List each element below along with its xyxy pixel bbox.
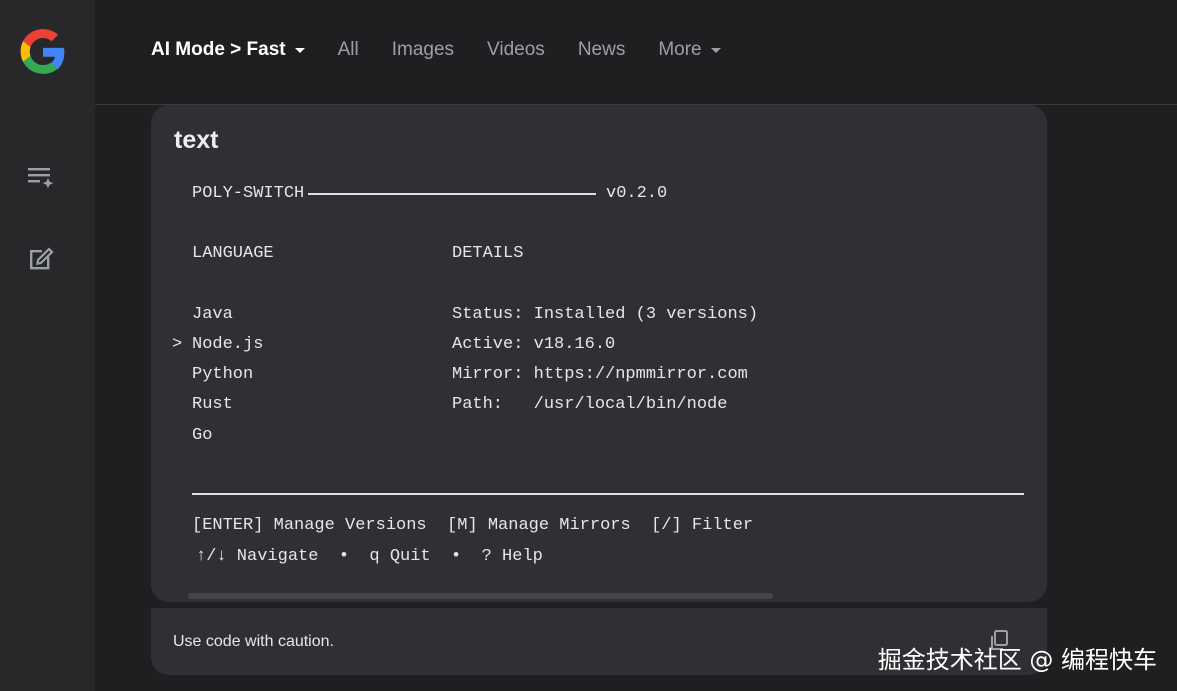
chevron-down-icon — [294, 47, 305, 53]
tab-all[interactable]: All — [338, 39, 359, 61]
column-header-language: LANGUAGE — [192, 244, 274, 263]
detail-path: Path: /usr/local/bin/node — [452, 395, 728, 414]
code-block: text POLY-SWITCH v0.2.0 LANGUAGE DETAILS… — [151, 105, 1047, 602]
new-chat-icon[interactable] — [26, 243, 56, 273]
watermark: 掘金技术社区 @ 编程快车 — [877, 646, 1157, 674]
code-language-label: text — [174, 126, 219, 154]
app-version: v0.2.0 — [606, 184, 668, 203]
tab-more[interactable]: More — [658, 39, 721, 61]
language-item: Java — [192, 305, 233, 324]
tab-ai-mode[interactable]: AI Mode > Fast — [151, 39, 305, 61]
tab-more-label: More — [658, 39, 702, 60]
language-item: Rust — [192, 395, 233, 414]
horizontal-scrollbar[interactable] — [188, 593, 773, 599]
search-tabs-bar: AI Mode > Fast All Images Videos News Mo… — [95, 0, 1177, 105]
language-item: Python — [192, 365, 254, 384]
tab-ai-mode-label: AI Mode > Fast — [151, 39, 286, 60]
tab-list: AI Mode > Fast All Images Videos News Mo… — [151, 39, 754, 61]
column-header-details: DETAILS — [452, 244, 524, 263]
tab-news-label: News — [577, 39, 626, 60]
detail-mirror: Mirror: https://npmmirror.com — [452, 365, 748, 384]
footer-divider — [192, 493, 1024, 495]
tab-videos-label: Videos — [487, 39, 545, 60]
ai-search-history-icon[interactable] — [26, 162, 56, 192]
tab-videos[interactable]: Videos — [487, 39, 545, 61]
header-divider — [308, 193, 596, 195]
app-title: POLY-SWITCH — [192, 184, 305, 203]
tab-images-label: Images — [391, 39, 455, 60]
chevron-down-icon — [710, 47, 721, 53]
caution-text: Use code with caution. — [173, 633, 334, 650]
sidebar — [0, 0, 95, 691]
language-item: Go — [192, 426, 213, 445]
keybinding-line: ↑/↓ Navigate • q Quit • ? Help — [196, 547, 543, 566]
tab-images[interactable]: Images — [392, 39, 454, 61]
tab-all-label: All — [337, 39, 359, 60]
language-item-selected: Node.js — [192, 335, 264, 354]
detail-status: Status: Installed (3 versions) — [452, 305, 759, 324]
selection-marker: > — [172, 335, 183, 354]
keybinding-line: [ENTER] Manage Versions [M] Manage Mirro… — [192, 516, 754, 535]
detail-active: Active: v18.16.0 — [452, 335, 616, 354]
google-logo[interactable] — [18, 27, 68, 77]
tab-news[interactable]: News — [578, 39, 626, 61]
